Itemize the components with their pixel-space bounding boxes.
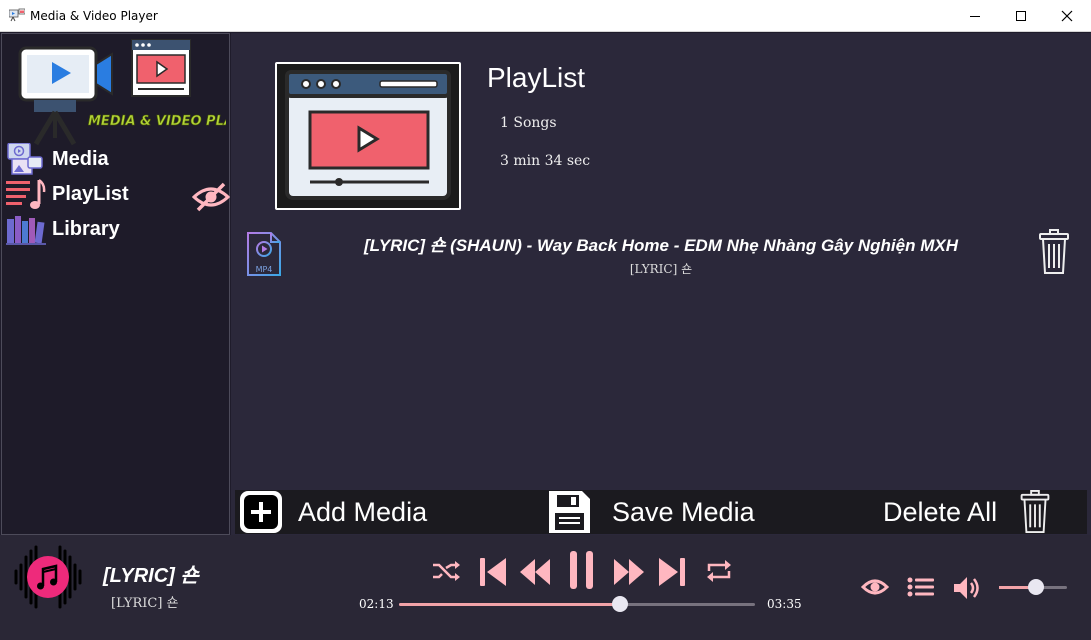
fast-forward-icon[interactable] xyxy=(613,557,645,587)
trash-icon[interactable] xyxy=(1038,229,1070,275)
maximize-icon xyxy=(1016,11,1026,21)
playlist-title: PlayList xyxy=(487,62,586,93)
music-note-icon xyxy=(14,545,82,609)
save-media-label: Save Media xyxy=(612,496,755,527)
song-count: 1 Songs xyxy=(500,115,557,131)
elapsed-time: 02:13 xyxy=(359,597,394,611)
now-playing-artist: [LYRIC] 숀 xyxy=(111,596,179,611)
plus-icon xyxy=(240,491,282,533)
track-artist: [LYRIC] 숀 xyxy=(629,262,693,276)
rewind-icon[interactable] xyxy=(519,557,551,587)
video-player-icon xyxy=(285,70,451,200)
now-playing-title: [LYRIC] 숀 xyxy=(103,565,199,587)
sidebar-item-label: Media xyxy=(52,147,109,170)
progress-fill xyxy=(399,603,620,606)
progress-handle[interactable] xyxy=(611,596,628,612)
delete-all-label: Delete All xyxy=(883,496,998,527)
sidebar-item-label: Library xyxy=(52,217,120,240)
total-time: 03:35 xyxy=(767,597,802,611)
sidebar-item-label: PlayList xyxy=(52,182,129,205)
svg-text:MP4: MP4 xyxy=(256,265,273,274)
trash-icon xyxy=(1020,490,1050,534)
save-media-button[interactable]: Save Media xyxy=(546,490,755,534)
window-title: Media & Video Player xyxy=(30,9,158,23)
playlist-duration: 3 min 34 sec xyxy=(500,153,591,169)
app-icon xyxy=(9,8,25,22)
close-button[interactable] xyxy=(1044,0,1090,32)
sidebar: MEDIA & VIDEO PLAYER Media PlayList xyxy=(1,33,230,535)
track-row[interactable]: MP4 [LYRIC] 숀 (SHAUN) - Way Back Home - … xyxy=(241,229,1081,279)
app-logo: MEDIA & VIDEO PLAYER xyxy=(18,39,226,146)
skip-previous-icon[interactable] xyxy=(479,555,507,589)
minimize-button[interactable] xyxy=(952,0,998,32)
sidebar-item-media[interactable]: Media xyxy=(6,143,226,175)
media-icon xyxy=(7,143,43,175)
eye-off-icon[interactable] xyxy=(192,180,230,214)
repeat-icon[interactable] xyxy=(705,557,733,585)
close-icon xyxy=(1061,10,1073,22)
playlist-icon xyxy=(6,178,46,209)
volume-icon[interactable] xyxy=(952,575,982,601)
add-media-button[interactable]: Add Media xyxy=(238,490,427,534)
volume-slider[interactable] xyxy=(999,579,1067,595)
save-icon xyxy=(549,491,590,533)
volume-handle[interactable] xyxy=(1028,579,1045,595)
title-bar: Media & Video Player xyxy=(0,0,1091,32)
sidebar-item-library[interactable]: Library xyxy=(6,213,226,245)
action-bar: Add Media Save Media Delete All xyxy=(235,490,1087,534)
minimize-icon xyxy=(970,16,980,17)
eye-icon[interactable] xyxy=(861,576,889,598)
playlist-cover xyxy=(275,62,461,210)
progress-slider[interactable] xyxy=(399,596,755,612)
pause-icon[interactable] xyxy=(567,549,597,591)
queue-list-icon[interactable] xyxy=(907,576,935,598)
add-media-label: Add Media xyxy=(298,496,428,527)
maximize-button[interactable] xyxy=(998,0,1044,32)
skip-next-icon[interactable] xyxy=(658,555,686,589)
playlist-panel: PlayList 1 Songs 3 min 34 sec MP4 [LYRIC… xyxy=(231,33,1091,535)
player-bar: [LYRIC] 숀 [LYRIC] 숀 02:13 03:35 xyxy=(0,535,1091,640)
svg-text:MEDIA & VIDEO PLAYER: MEDIA & VIDEO PLAYER xyxy=(88,114,226,129)
mp4-file-icon: MP4 xyxy=(247,232,281,276)
library-icon xyxy=(6,216,46,245)
shuffle-icon[interactable] xyxy=(431,559,461,583)
track-title: [LYRIC] 숀 (SHAUN) - Way Back Home - EDM … xyxy=(363,236,958,255)
delete-all-button[interactable]: Delete All xyxy=(883,490,1051,534)
